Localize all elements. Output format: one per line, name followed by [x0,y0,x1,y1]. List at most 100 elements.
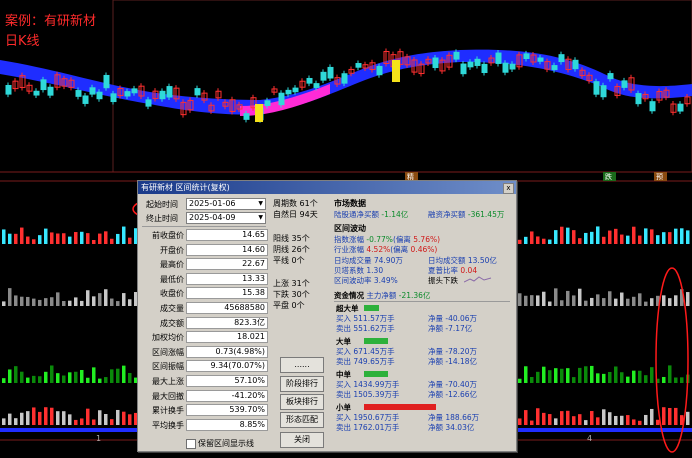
indicator-bar [566,290,570,306]
candle [320,71,327,81]
fund-sell: 卖出 551.62万手 [336,324,395,333]
stat-label: 收盘价 [160,289,184,299]
dialog-titlebar[interactable]: 有研新材 区间统计(复权) [138,181,516,194]
indicator-bar [608,412,612,425]
indicator-bar [668,365,672,383]
chevron-down-icon[interactable]: ▼ [258,213,263,223]
indicator-bar [110,419,114,425]
indicator-bar [98,293,102,306]
indicator-bar [638,420,642,425]
indicator-bar [572,416,576,425]
candle [509,63,516,70]
down-count: 下跌 30个 [273,290,310,299]
indicator-bar [104,377,108,383]
indicator-bar [632,226,636,244]
stat-label: 最高价 [160,260,184,270]
indicator-bar [674,377,678,383]
indicator-bar [128,299,132,306]
marker-die: 跌 [605,173,612,181]
indicator-bar [584,366,588,383]
indicator-bar [8,413,12,425]
indicator-bar [590,297,594,306]
indicator-bar [110,238,114,244]
candle [341,73,348,84]
indicator-bar [92,419,96,425]
indicator-bar [614,228,618,244]
indicator-bar [614,415,618,425]
indicator-bar [620,415,624,425]
highlight-ellipse-right [655,267,689,453]
indicator-bar [44,298,48,306]
indicator-bar [20,371,24,383]
indicator-bar [572,377,576,383]
chevron-down-icon[interactable]: ▼ [258,199,263,209]
indicator-bar [80,231,84,244]
candle [523,53,530,60]
indicator-bar [638,293,642,306]
close-button[interactable]: 关闭 [280,432,324,448]
candle [537,57,544,62]
indicator-bar [104,231,108,244]
indicator-bar [644,301,648,306]
pattern-match-button[interactable]: 形态匹配 [280,412,324,428]
candle [467,61,474,68]
candle [481,63,488,74]
indicator-bar [542,291,546,306]
indicator-bar [38,299,42,306]
stat-label: 成交量 [160,304,184,313]
indicator-bar [8,369,12,383]
indicator-bar [542,366,546,383]
indicator-bar [74,297,78,306]
indicator-bar [554,288,558,306]
indicator-bar [98,410,102,425]
indicator-bar [590,411,594,425]
fund-net-amount: 净额 -12.66亿 [428,390,478,399]
keep-range-checkbox[interactable] [186,439,196,449]
start-date-input[interactable]: 2025-01-06 ▼ [186,198,266,210]
indicator-bar [524,236,528,244]
candle [110,93,117,103]
candle [313,83,320,88]
annotation-title: 案例：有研新材 [5,14,97,29]
indicator-bar [86,408,90,425]
indicator-bar [650,367,654,383]
dialog-close-button[interactable]: x [503,183,514,194]
indicator-bar [26,236,30,244]
sector-rank-button[interactable]: 板块排行 [280,394,324,410]
more-button[interactable]: ...... [280,357,324,373]
indicator-bar [56,233,60,244]
stage-rank-button[interactable]: 阶段排行 [280,376,324,392]
indicator-bar [614,366,618,383]
indicator-bar [650,408,654,425]
indicator-bar [644,228,648,244]
indicator-bar [656,235,660,244]
candle [131,88,138,94]
end-date-input[interactable]: 2025-04-09 ▼ [186,212,266,224]
indicator-bar [26,296,30,306]
candle [33,90,40,96]
indicator-bar [554,368,558,383]
indicator-bar [578,238,582,244]
indicator-bar [62,233,66,244]
indicator-bar [632,370,636,383]
indicator-bar [98,378,102,383]
indicator-bar [680,228,684,244]
indicator-bar [32,407,36,425]
indicator-bar [602,373,606,383]
stat-label: 加权均价 [152,333,184,343]
indicator-bar [14,366,18,383]
indicator-bar [26,411,30,425]
indicator-bar [116,301,120,306]
indicator-bar [626,415,630,425]
indicator-bar [674,295,678,306]
candle [89,87,96,95]
indicator-bar [686,411,690,425]
candle [292,87,299,93]
indicator-bar [530,376,534,383]
indicator-bar [116,233,120,244]
candle [621,80,628,88]
indicator-bar [626,376,630,383]
candle [145,99,152,107]
candle [96,91,103,100]
indicator-bar [128,414,132,425]
